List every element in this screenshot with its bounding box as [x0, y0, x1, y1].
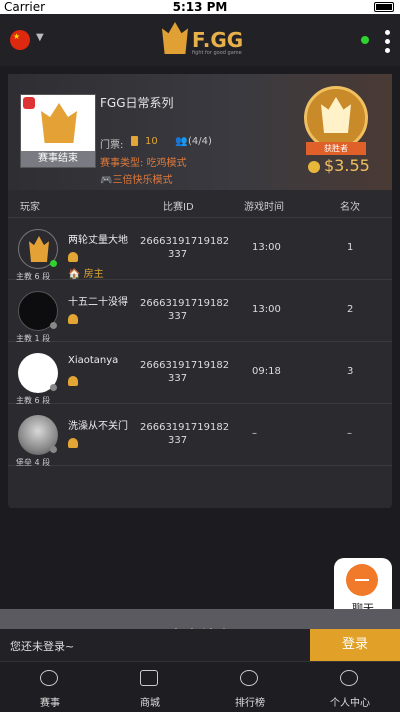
tab-bar: 赛事 商城 排行榜 个人中心 [0, 661, 400, 712]
offline-status-icon [50, 384, 57, 391]
match-id-line-2: 337 [168, 373, 188, 384]
match-thumbnail: 赛事结束 [20, 94, 96, 168]
online-status-icon [50, 260, 57, 267]
match-id: 26663191719182 337 [140, 359, 229, 385]
tab-store[interactable]: 商城 [100, 662, 200, 712]
ranking-icon [240, 670, 258, 686]
crown-icon [162, 22, 188, 54]
players-count: (4/4) [188, 136, 212, 147]
chevron-down-icon[interactable]: ▼ [36, 32, 44, 43]
online-status-icon [361, 36, 369, 44]
match-info: 赛事结束 FGG日常系列 门票: 10 👥 (4/4) 赛事类型: 吃鸡模式 🎮… [8, 74, 392, 190]
more-menu-icon[interactable] [383, 28, 391, 54]
ticket-label: 门票: [100, 140, 124, 151]
col-match-id: 比赛ID [163, 202, 194, 213]
chat-bubble-icon [346, 564, 378, 596]
match-id-line-1: 26663191719182 [140, 298, 230, 309]
place: – [347, 428, 352, 439]
host-badge: 🏠 房主 [68, 269, 104, 280]
game-time: 13:00 [252, 242, 281, 253]
battery-icon [374, 2, 394, 12]
match-id-line-1: 26663191719182 [140, 360, 230, 371]
bonus-mode: 🎮三倍快乐模式 [100, 171, 172, 186]
app-header: ▼ F.GG fight for good game [0, 14, 400, 66]
table-header: 玩家 比赛ID 游戏时间 名次 [8, 190, 392, 218]
match-card: 赛事结束 FGG日常系列 门票: 10 👥 (4/4) 赛事类型: 吃鸡模式 🎮… [8, 74, 392, 508]
bonus-mode-label: 三倍快乐模式 [112, 175, 173, 186]
table-row[interactable]: 主教 6 段 Xiaotanya 26663191719182 337 09:18… [8, 342, 392, 405]
match-id-line-2: 337 [168, 311, 188, 322]
place: 2 [347, 304, 354, 315]
ticket-icon [131, 136, 138, 146]
place: 3 [347, 366, 354, 377]
login-button[interactable]: 登录 [310, 629, 400, 661]
prize-value: $3.55 [324, 156, 370, 175]
tab-matches[interactable]: 赛事 [0, 662, 100, 712]
place: 1 [347, 242, 354, 253]
tab-label: 商城 [140, 698, 160, 709]
table-row[interactable]: 堡垒 4 段 洗澡从不关门 26663191719182 337 – – [8, 404, 392, 467]
badge-icon [23, 97, 35, 109]
friend-icon[interactable] [68, 438, 78, 448]
match-id-line-1: 26663191719182 [140, 422, 230, 433]
match-id: 26663191719182 337 [140, 421, 229, 447]
user-icon [340, 670, 358, 686]
player-name: 十五二十没得 [68, 297, 128, 308]
friend-icon[interactable] [68, 314, 78, 324]
video-icon [140, 670, 158, 686]
tab-label: 个人中心 [330, 698, 370, 709]
trophy-icon [40, 670, 58, 686]
tab-label: 赛事 [40, 698, 60, 709]
match-id: 26663191719182 337 [140, 235, 229, 261]
match-title: FGG日常系列 [100, 96, 174, 110]
match-id-line-1: 26663191719182 [140, 236, 230, 247]
match-status-badge: 赛事结束 [21, 151, 95, 167]
knight-emblem-icon [321, 97, 351, 133]
player-name: Xiaotanya [68, 355, 119, 366]
logo-subtitle: fight for good game [192, 50, 242, 56]
logo-text: F.GG [192, 28, 244, 52]
winner-badge [304, 86, 368, 150]
login-bar: 您还未登录~ 登录 [0, 629, 400, 661]
offline-status-icon [50, 446, 57, 453]
friend-icon[interactable] [68, 252, 78, 262]
game-time: – [252, 428, 257, 439]
winner-label: 获胜者 [306, 142, 366, 155]
players-icon: 👥 [175, 136, 188, 147]
game-time: 09:18 [252, 366, 281, 377]
game-time: 13:00 [252, 304, 281, 315]
friend-icon[interactable] [68, 376, 78, 386]
player-name: 洗澡从不关门 [68, 421, 128, 432]
match-ended-banner: 赛事结束 [0, 609, 400, 646]
match-type-value: 吃鸡模式 [146, 158, 187, 169]
tab-label: 排行榜 [235, 698, 265, 709]
rank-tag: 堡垒 4 段 [16, 458, 51, 467]
match-id: 26663191719182 337 [140, 297, 229, 323]
ticket-value: 10 [145, 136, 158, 147]
prize-amount: $3.55 [308, 156, 370, 175]
host-label: 房主 [83, 269, 104, 280]
match-type-label: 赛事类型: [100, 158, 144, 169]
table-row[interactable]: 主教 1 段 十五二十没得 26663191719182 337 13:00 2 [8, 280, 392, 343]
match-id-line-2: 337 [168, 249, 188, 260]
col-game-time: 游戏时间 [244, 202, 284, 213]
col-player: 玩家 [20, 202, 40, 213]
match-type: 赛事类型: 吃鸡模式 [100, 154, 187, 169]
clock: 5:13 PM [172, 0, 228, 14]
fgg-logo: F.GG fight for good game [162, 22, 244, 56]
match-id-line-2: 337 [168, 435, 188, 446]
col-place: 名次 [340, 202, 360, 213]
login-prompt: 您还未登录~ [10, 640, 75, 653]
coin-icon [308, 160, 320, 173]
tab-leaderboard[interactable]: 排行榜 [200, 662, 300, 712]
player-name: 两轮丈量大地 [68, 235, 128, 246]
offline-status-icon [50, 322, 57, 329]
table-row[interactable]: 主教 6 段 两轮丈量大地 🏠 房主 26663191719182 337 13:… [8, 218, 392, 281]
china-flag-icon[interactable] [10, 30, 30, 50]
knight-emblem-icon [41, 103, 77, 143]
status-bar: Carrier 5:13 PM [0, 0, 400, 14]
tab-profile[interactable]: 个人中心 [300, 662, 400, 712]
gamepad-icon: 🎮 [100, 175, 113, 186]
